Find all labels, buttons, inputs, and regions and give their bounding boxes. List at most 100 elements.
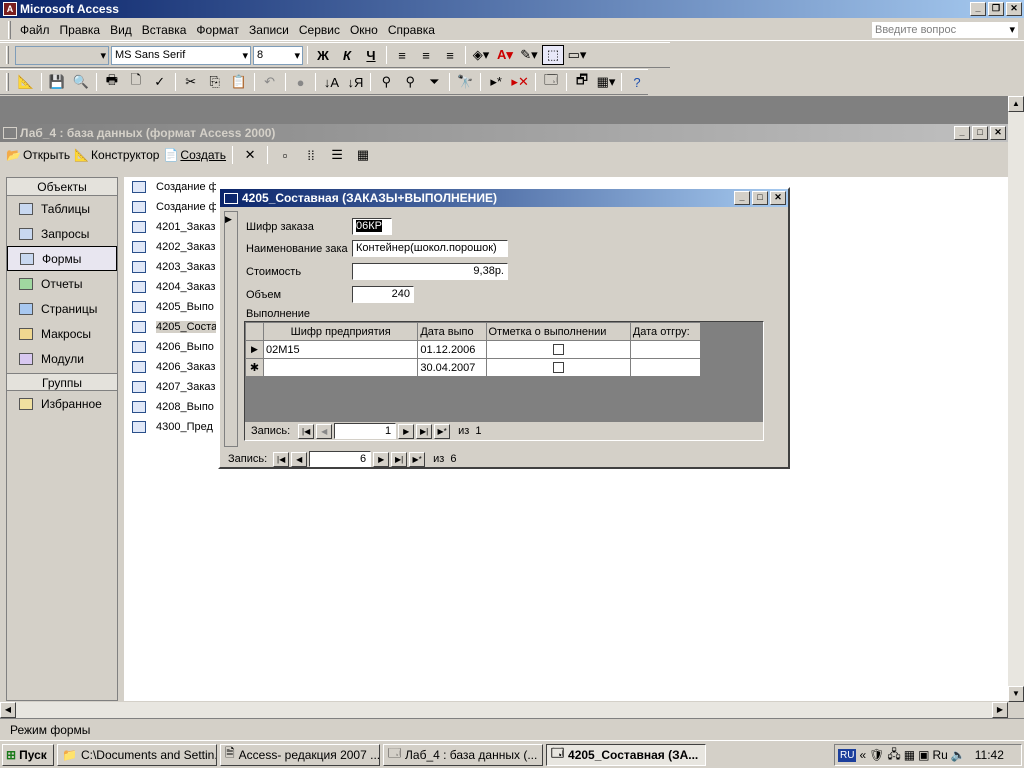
list-item[interactable]: 4204_Заказ (124, 277, 216, 297)
underline-button[interactable]: Ч (360, 45, 382, 65)
menu-window[interactable]: Окно (345, 23, 383, 37)
details-view-icon[interactable]: ▦ (352, 145, 374, 165)
close-button[interactable]: ✕ (1006, 2, 1022, 16)
font-size-select[interactable]: 8 (253, 45, 303, 65)
list-item[interactable]: 4206_Выпо (124, 337, 216, 357)
security-shield-icon[interactable]: 🛡 (869, 748, 884, 762)
table-row-new[interactable]: ✱ 30.04.2007 (244, 358, 702, 377)
find-icon[interactable]: 🔭 (454, 72, 476, 92)
menu-help[interactable]: Справка (383, 23, 440, 37)
menu-view[interactable]: Вид (105, 23, 137, 37)
objects-item-reports[interactable]: Отчеты (7, 271, 117, 296)
first-record-icon[interactable]: |◀ (298, 423, 315, 439)
list-item[interactable]: 4206_Заказ (124, 357, 216, 377)
taskbar-item-form[interactable]: 🗔 4205_Составная (ЗА... (546, 743, 706, 766)
print-icon[interactable]: 🖶 (101, 72, 123, 92)
next-record-icon[interactable]: ▶ (398, 423, 415, 439)
objects-item-tables[interactable]: Таблицы (7, 196, 117, 221)
prev-record-icon[interactable]: ◀ (291, 451, 308, 467)
small-icons-icon[interactable]: ⁞⁞ (300, 145, 322, 165)
large-icons-icon[interactable]: ▫ (274, 145, 296, 165)
help-icon[interactable]: ? (626, 72, 648, 92)
order-name-field[interactable]: Контейнер(шокол.порошок) (352, 240, 508, 257)
tray-ru-icon[interactable]: Ru (932, 748, 947, 762)
completion-checkbox[interactable] (485, 358, 631, 377)
sort-ascending-icon[interactable]: ↓A (320, 72, 342, 92)
align-center-icon[interactable]: ≡ (415, 45, 437, 65)
objects-item-modules[interactable]: Модули (7, 346, 117, 371)
cost-field[interactable]: 9,38р. (352, 263, 508, 280)
clock[interactable]: 11:42 (975, 748, 1004, 762)
view-design-icon[interactable]: 📐 (15, 72, 37, 92)
form-record-number-input[interactable]: 6 (309, 451, 372, 467)
next-record-icon[interactable]: ▶ (373, 451, 390, 467)
list-item[interactable]: 4208_Выпо (124, 397, 216, 417)
column-header[interactable]: Дата выпо (417, 322, 487, 341)
sort-descending-icon[interactable]: ↓Я (344, 72, 366, 92)
taskbar-item-database[interactable]: 🗔 Лаб_4 : база данных (... (383, 743, 543, 766)
database-window-icon[interactable]: 🗗 (571, 72, 593, 92)
menu-records[interactable]: Записи (244, 23, 294, 37)
vertical-scrollbar[interactable]: ▲ ▼ (1008, 96, 1024, 702)
form-close-button[interactable]: ✕ (770, 191, 786, 205)
design-button[interactable]: 📐 Конструктор (74, 148, 159, 162)
list-item[interactable]: 4207_Заказ (124, 377, 216, 397)
objects-item-macros[interactable]: Макросы (7, 321, 117, 346)
column-header[interactable]: Дата отгру: (629, 322, 702, 341)
undo-icon[interactable]: ↶ (259, 72, 281, 92)
print-preview-icon[interactable]: 🗋 (125, 72, 147, 92)
db-minimize-button[interactable]: _ (954, 126, 970, 140)
properties-icon[interactable]: 🗔 (540, 72, 562, 92)
prev-record-icon[interactable]: ◀ (316, 423, 333, 439)
open-button[interactable]: 📂 Открыть (6, 148, 70, 162)
groups-header[interactable]: Группы (7, 373, 117, 391)
table-cell[interactable]: 02М15 (263, 340, 419, 359)
align-left-icon[interactable]: ≡ (391, 45, 413, 65)
form-maximize-button[interactable]: □ (752, 191, 768, 205)
filter-by-form-icon[interactable]: ⚲ (399, 72, 421, 92)
scroll-down-icon[interactable]: ▼ (1008, 686, 1024, 702)
help-question-input[interactable]: Введите вопрос (872, 22, 1018, 38)
copy-icon[interactable]: ⎘ (204, 72, 226, 92)
font-color-icon[interactable]: A▾ (494, 45, 516, 65)
current-record-icon[interactable]: ▶ (244, 340, 265, 359)
objects-item-queries[interactable]: Запросы (7, 221, 117, 246)
scroll-left-icon[interactable]: ◀ (0, 702, 16, 718)
scroll-right-icon[interactable]: ▶ (992, 702, 1008, 718)
list-item[interactable]: 4203_Заказ (124, 257, 216, 277)
delete-icon[interactable]: ✕ (239, 145, 261, 165)
search-files-icon[interactable]: 🔍 (70, 72, 92, 92)
list-item[interactable]: Создание ф (124, 197, 216, 217)
table-cell[interactable] (629, 340, 702, 359)
completion-checkbox[interactable] (485, 340, 631, 359)
restore-button[interactable]: ❐ (988, 2, 1004, 16)
tray-app-icon[interactable]: ▣ (918, 748, 929, 762)
line-color-icon[interactable]: ✎▾ (518, 45, 540, 65)
network-icon[interactable]: 🖧 (887, 745, 900, 766)
apply-filter-icon[interactable]: ⏷ (423, 72, 445, 92)
list-item[interactable]: 4202_Заказ (124, 237, 216, 257)
first-record-icon[interactable]: |◀ (273, 451, 290, 467)
new-record-nav-icon[interactable]: ▶* (434, 423, 451, 439)
taskbar-item-word[interactable]: 🗎 Access- редакция 2007 ... (220, 743, 380, 766)
italic-button[interactable]: К (336, 45, 358, 65)
delete-record-icon[interactable]: ▸✕ (509, 72, 531, 92)
db-maximize-button[interactable]: □ (972, 126, 988, 140)
show-hidden-icons-icon[interactable]: « (859, 748, 866, 762)
toolbar-grip[interactable] (6, 73, 9, 91)
column-header[interactable]: Шифр предприятия (263, 322, 419, 341)
corner-cell[interactable] (244, 322, 265, 341)
filter-by-selection-icon[interactable]: ⚲ (375, 72, 397, 92)
list-item[interactable]: 4205_Выпо (124, 297, 216, 317)
tray-app-icon[interactable]: ▦ (904, 748, 915, 762)
objects-item-pages[interactable]: Страницы (7, 296, 117, 321)
taskbar-item-explorer[interactable]: 📁 C:\Documents and Settin... (57, 743, 217, 766)
new-record-icon[interactable]: ✱ (244, 358, 265, 377)
horizontal-scrollbar[interactable]: ◀ ▶ (0, 702, 1008, 718)
new-record-nav-icon[interactable]: ▶* (409, 451, 426, 467)
list-item[interactable]: 4300_Пред (124, 417, 216, 437)
spelling-icon[interactable]: ✓ (149, 72, 171, 92)
list-view-icon[interactable]: ☰ (326, 145, 348, 165)
align-right-icon[interactable]: ≡ (439, 45, 461, 65)
form-minimize-button[interactable]: _ (734, 191, 750, 205)
